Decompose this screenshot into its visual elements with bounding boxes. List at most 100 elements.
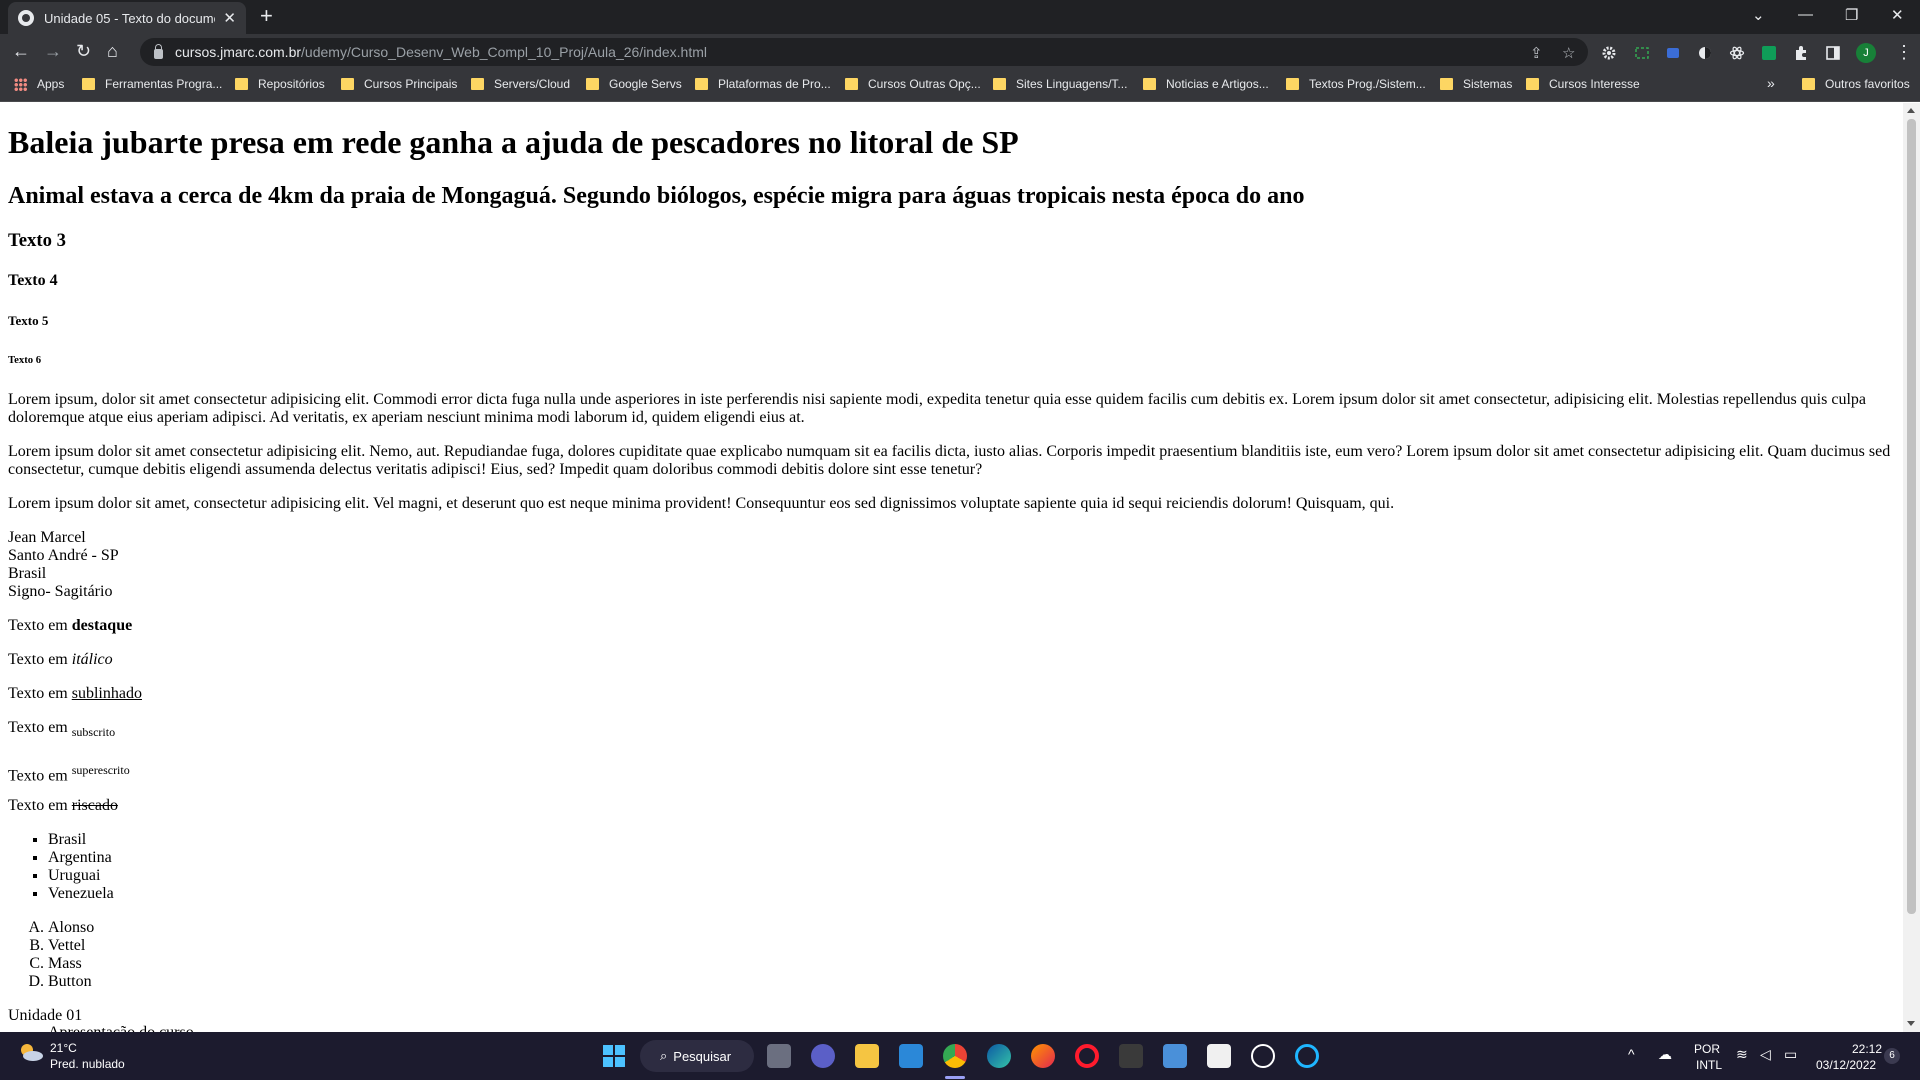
bookmarks-bar: Apps Ferramentas Progra... Repositórios …	[0, 70, 1920, 102]
reload-icon[interactable]: ↻	[76, 41, 91, 61]
bookmark-folder[interactable]: Sistemas	[1440, 77, 1512, 91]
new-tab-button[interactable]: +	[260, 4, 273, 28]
page-scrollbar[interactable]	[1903, 103, 1920, 1032]
scroll-up-arrow-icon[interactable]	[1907, 108, 1915, 113]
chrome-icon[interactable]	[943, 1044, 967, 1068]
bold-text: destaque	[71, 617, 133, 634]
close-window-button[interactable]: ✕	[1891, 6, 1904, 24]
bookmarks-overflow-button[interactable]: »	[1767, 75, 1775, 91]
bookmark-folder[interactable]: Noticias e Artigos...	[1143, 77, 1269, 91]
dell-icon[interactable]	[1251, 1044, 1275, 1068]
lock-icon[interactable]	[154, 44, 163, 59]
tab-title: Unidade 05 - Texto do documento	[44, 10, 215, 26]
minimize-button[interactable]: —	[1798, 6, 1813, 23]
paragraph: Lorem ipsum dolor sit amet, consectetur …	[8, 495, 1395, 512]
heading-5: Texto 5	[8, 313, 49, 328]
bookmark-folder[interactable]: Plataformas de Pro...	[695, 77, 831, 91]
clock-time[interactable]: 22:12	[1852, 1042, 1882, 1056]
bookmark-folder[interactable]: Cursos Principais	[341, 77, 457, 91]
circle-extension-icon[interactable]	[1697, 45, 1713, 61]
bookmark-folder[interactable]: Cursos Outras Opç...	[845, 77, 981, 91]
folder-icon	[1526, 78, 1539, 90]
weather-temperature[interactable]: 21°C	[50, 1041, 77, 1055]
keyboard-lang-secondary[interactable]: INTL	[1696, 1058, 1722, 1072]
url-path: /udemy/Curso_Desenv_Web_Compl_10_Proj/Au…	[301, 44, 707, 60]
text-prefix: Texto em	[8, 797, 68, 814]
show-hidden-icons-chevron[interactable]: ^	[1628, 1046, 1635, 1062]
active-app-indicator	[945, 1076, 965, 1079]
side-panel-icon[interactable]	[1825, 45, 1841, 61]
weather-description[interactable]: Pred. nublado	[50, 1057, 125, 1071]
heading-2: Animal estava a cerca de 4km da praia de…	[8, 183, 1305, 209]
profile-avatar[interactable]: J	[1856, 43, 1876, 63]
bookmark-folder[interactable]: Cursos Interesse	[1526, 77, 1640, 91]
home-icon[interactable]: ⌂	[107, 41, 118, 61]
file-explorer-icon[interactable]	[855, 1044, 879, 1068]
bookmark-label: Cursos Principais	[364, 77, 458, 91]
windows-start-icon[interactable]	[602, 1044, 626, 1068]
share-icon[interactable]: ⇪	[1530, 44, 1543, 62]
folder-icon	[1286, 78, 1299, 90]
text-prefix: Texto em	[8, 719, 68, 736]
bookmark-folder[interactable]: Ferramentas Progra...	[82, 77, 222, 91]
star-bookmark-icon[interactable]: ☆	[1562, 44, 1575, 62]
back-arrow-icon[interactable]: ←	[12, 41, 30, 61]
folder-icon	[1440, 78, 1453, 90]
partly-cloudy-icon[interactable]	[18, 1042, 44, 1062]
gear-extension-icon[interactable]	[1601, 45, 1617, 61]
tab-close-button[interactable]: ✕	[223, 9, 236, 27]
wifi-icon[interactable]: ≋	[1736, 1046, 1748, 1063]
url-domain: cursos.jmarc.com.br	[175, 44, 302, 60]
restore-button[interactable]: ❐	[1845, 6, 1858, 24]
bookmark-label: Apps	[37, 77, 65, 91]
superscript-text: superescrito	[71, 763, 130, 777]
globe-icon	[18, 10, 34, 26]
bookmark-label: Cursos Outras Opç...	[868, 77, 981, 91]
other-bookmarks-folder[interactable]: Outros favoritos	[1802, 77, 1910, 91]
keyboard-lang-primary[interactable]: POR	[1694, 1042, 1720, 1056]
address-bar[interactable]: cursos.jmarc.com.br /udemy/Curso_Desenv_…	[140, 38, 1588, 66]
battery-icon[interactable]: ▭	[1784, 1046, 1797, 1063]
folder-icon	[82, 78, 95, 90]
bookmark-label: Google Servs	[609, 77, 682, 91]
bookmark-folder[interactable]: Servers/Cloud	[471, 77, 570, 91]
bookmark-folder[interactable]: Sites Linguagens/T...	[993, 77, 1127, 91]
strikethrough-example: Texto em riscado	[8, 797, 1896, 815]
scroll-thumb[interactable]	[1907, 119, 1916, 914]
cortana-icon[interactable]	[1295, 1044, 1319, 1068]
notification-badge[interactable]: 6	[1884, 1048, 1900, 1064]
network-tool-icon[interactable]	[1163, 1044, 1187, 1068]
bookmark-folder[interactable]: Repositórios	[235, 77, 325, 91]
folder-icon	[1143, 78, 1156, 90]
task-view-icon[interactable]	[767, 1044, 791, 1068]
kebab-menu-icon[interactable]: ⋮	[1895, 42, 1913, 63]
teams-chat-icon[interactable]	[811, 1044, 835, 1068]
heading-3: Texto 3	[8, 230, 66, 251]
firefox-icon[interactable]	[1031, 1044, 1055, 1068]
blue-extension-icon[interactable]	[1665, 45, 1681, 61]
bookmark-folder[interactable]: Textos Prog./Sistem...	[1286, 77, 1426, 91]
apps-grid-icon	[14, 77, 27, 91]
opera-icon[interactable]	[1075, 1044, 1099, 1068]
bookmark-folder[interactable]: Google Servs	[586, 77, 682, 91]
bookmark-apps[interactable]: Apps	[14, 77, 64, 91]
forward-arrow-icon[interactable]: →	[44, 41, 62, 61]
clock-date[interactable]: 03/12/2022	[1816, 1058, 1876, 1072]
italic-text: itálico	[71, 651, 113, 668]
screenshot-extension-icon[interactable]	[1634, 45, 1650, 61]
edge-icon[interactable]	[987, 1044, 1011, 1068]
onedrive-cloud-icon[interactable]: ☁	[1658, 1046, 1672, 1063]
react-extension-icon[interactable]	[1729, 45, 1745, 61]
microsoft-store-icon[interactable]	[1207, 1044, 1231, 1068]
scroll-down-arrow-icon[interactable]	[1907, 1021, 1915, 1026]
vscode-icon[interactable]	[899, 1044, 923, 1068]
volume-icon[interactable]: ◁	[1760, 1046, 1771, 1063]
puzzle-extensions-icon[interactable]	[1793, 45, 1809, 61]
taskbar-search[interactable]: ⌕ Pesquisar	[640, 1040, 754, 1072]
bookmark-label: Sistemas	[1463, 77, 1513, 91]
tab-search-chevron-icon[interactable]: ⌄	[1752, 6, 1765, 24]
terminal-icon[interactable]	[1119, 1044, 1143, 1068]
bookmark-label: Servers/Cloud	[494, 77, 571, 91]
active-tab[interactable]: Unidade 05 - Texto do documento ✕	[8, 2, 246, 34]
green-extension-icon[interactable]	[1761, 45, 1777, 61]
